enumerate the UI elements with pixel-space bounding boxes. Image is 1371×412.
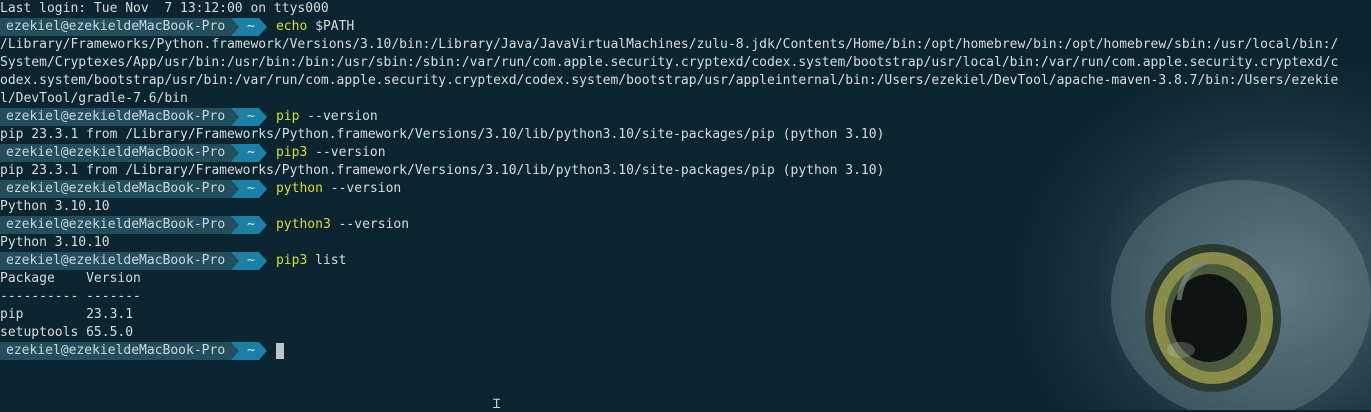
prompt-dir: ~: [239, 108, 259, 126]
command-args: --version: [307, 145, 386, 160]
output-line: Python 3.10.10: [0, 199, 110, 214]
terminal-output[interactable]: Last login: Tue Nov 7 13:12:00 on ttys00…: [0, 0, 1371, 360]
output-line: System/Cryptexes/App/usr/bin:/usr/bin:/b…: [0, 55, 1339, 70]
prompt: ezekiel@ezekieldeMacBook-Pro ~: [0, 18, 267, 36]
last-login-line: Last login: Tue Nov 7 13:12:00 on ttys00…: [0, 1, 329, 16]
active-prompt-line[interactable]: ezekiel@ezekieldeMacBook-Pro ~: [0, 342, 1371, 360]
command-text: echo: [275, 19, 308, 34]
prompt-user: ezekiel@ezekieldeMacBook-Pro: [0, 18, 232, 36]
command-args: list: [307, 253, 347, 268]
block-cursor: [275, 343, 284, 359]
prompt-line: ezekiel@ezekieldeMacBook-Pro ~ python --ve…: [0, 180, 1371, 198]
command-text: python: [275, 181, 323, 196]
command-text: pip3: [275, 145, 308, 160]
prompt-dir: ~: [239, 342, 259, 360]
prompt-dir: ~: [239, 216, 259, 234]
output-line: pip 23.3.1: [0, 307, 134, 322]
command-text: python3: [275, 217, 331, 232]
prompt-line: ezekiel@ezekieldeMacBook-Pro ~ pip3 list: [0, 252, 1371, 270]
prompt: ezekiel@ezekieldeMacBook-Pro ~: [0, 252, 267, 270]
prompt-line: ezekiel@ezekieldeMacBook-Pro ~ echo $PATH: [0, 18, 1371, 36]
output-line: pip 23.3.1 from /Library/Frameworks/Pyth…: [0, 163, 885, 178]
prompt: ezekiel@ezekieldeMacBook-Pro ~: [0, 216, 267, 234]
command-args: $PATH: [307, 19, 355, 34]
prompt-user: ezekiel@ezekieldeMacBook-Pro: [0, 216, 232, 234]
output-line: l/DevTool/gradle-7.6/bin: [0, 91, 188, 106]
prompt: ezekiel@ezekieldeMacBook-Pro ~: [0, 342, 267, 360]
prompt: ezekiel@ezekieldeMacBook-Pro ~: [0, 144, 267, 162]
prompt-line: ezekiel@ezekieldeMacBook-Pro ~ pip3 --vers…: [0, 144, 1371, 162]
command-text: pip: [275, 109, 300, 124]
prompt-user: ezekiel@ezekieldeMacBook-Pro: [0, 144, 232, 162]
output-line: /Library/Frameworks/Python.framework/Ver…: [0, 37, 1339, 52]
command-args: --version: [322, 181, 402, 196]
command-args: --version: [299, 109, 378, 124]
prompt-user: ezekiel@ezekieldeMacBook-Pro: [0, 108, 232, 126]
output-line: Package Version: [0, 271, 141, 286]
output-line: odex.system/bootstrap/usr/bin:/var/run/c…: [0, 73, 1339, 88]
command-text: pip3: [275, 253, 308, 268]
command-args: --version: [330, 217, 410, 232]
prompt-dir: ~: [239, 144, 259, 162]
prompt-line: ezekiel@ezekieldeMacBook-Pro ~ pip --versi…: [0, 108, 1371, 126]
prompt-user: ezekiel@ezekieldeMacBook-Pro: [0, 342, 232, 360]
output-line: pip 23.3.1 from /Library/Frameworks/Pyth…: [0, 127, 885, 142]
prompt-dir: ~: [239, 18, 259, 36]
prompt: ezekiel@ezekieldeMacBook-Pro ~: [0, 108, 267, 126]
output-line: Python 3.10.10: [0, 235, 110, 250]
prompt: ezekiel@ezekieldeMacBook-Pro ~: [0, 180, 267, 198]
output-line: ---------- -------: [0, 289, 141, 304]
prompt-dir: ~: [239, 180, 259, 198]
prompt-user: ezekiel@ezekieldeMacBook-Pro: [0, 180, 232, 198]
prompt-dir: ~: [239, 252, 259, 270]
text-cursor-icon: Ɪ: [493, 397, 501, 412]
prompt-user: ezekiel@ezekieldeMacBook-Pro: [0, 252, 232, 270]
prompt-line: ezekiel@ezekieldeMacBook-Pro ~ python3 --v…: [0, 216, 1371, 234]
output-line: setuptools 65.5.0: [0, 325, 134, 340]
